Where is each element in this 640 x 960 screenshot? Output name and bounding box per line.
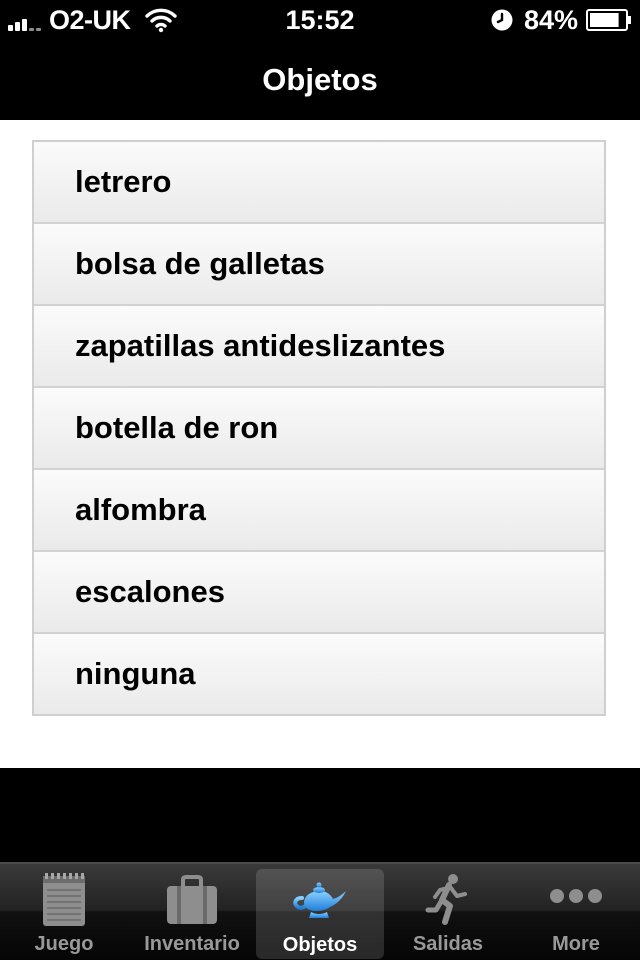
list-item-alfombra[interactable]: alfombra xyxy=(34,468,604,550)
tab-more-label: More xyxy=(552,933,600,955)
navigation-bar: Objetos xyxy=(0,40,640,120)
page-title: Objetos xyxy=(262,62,378,97)
running-man-icon xyxy=(425,874,467,925)
tab-bar: Juego Inventario Objetos Salidas More xyxy=(0,862,640,960)
tab-salidas-label: Salidas xyxy=(412,933,484,955)
object-list: letrero bolsa de galletas zapatillas ant… xyxy=(32,140,606,716)
notepad-icon xyxy=(43,873,85,926)
tab-juego-label: Juego xyxy=(34,933,94,955)
magic-lamp-icon xyxy=(293,882,346,918)
list-item-ninguna[interactable]: ninguna xyxy=(34,632,604,714)
list-item-letrero[interactable]: letrero xyxy=(34,142,604,222)
empty-area xyxy=(0,768,640,862)
tab-more[interactable]: More xyxy=(512,864,640,960)
tab-salidas[interactable]: Salidas xyxy=(384,864,512,960)
more-dots-icon xyxy=(550,889,602,903)
list-item-botella-de-ron[interactable]: botella de ron xyxy=(34,386,604,468)
tab-objetos-label: Objetos xyxy=(282,934,358,956)
tab-juego[interactable]: Juego xyxy=(0,864,128,960)
list-item-bolsa-de-galletas[interactable]: bolsa de galletas xyxy=(34,222,604,304)
content-area: letrero bolsa de galletas zapatillas ant… xyxy=(0,120,640,768)
battery-icon xyxy=(586,9,631,31)
list-item-escalones[interactable]: escalones xyxy=(34,550,604,632)
status-bar: O2-UK 15:52 84% xyxy=(0,0,640,40)
suitcase-icon xyxy=(167,875,217,924)
status-right: 84% xyxy=(490,0,632,40)
battery-percentage: 84% xyxy=(523,4,578,35)
clock-icon xyxy=(491,9,513,31)
list-item-zapatillas-antideslizantes[interactable]: zapatillas antideslizantes xyxy=(34,304,604,386)
tab-inventario[interactable]: Inventario xyxy=(128,864,256,960)
tab-objetos[interactable]: Objetos xyxy=(256,869,384,959)
tab-inventario-label: Inventario xyxy=(144,933,240,955)
